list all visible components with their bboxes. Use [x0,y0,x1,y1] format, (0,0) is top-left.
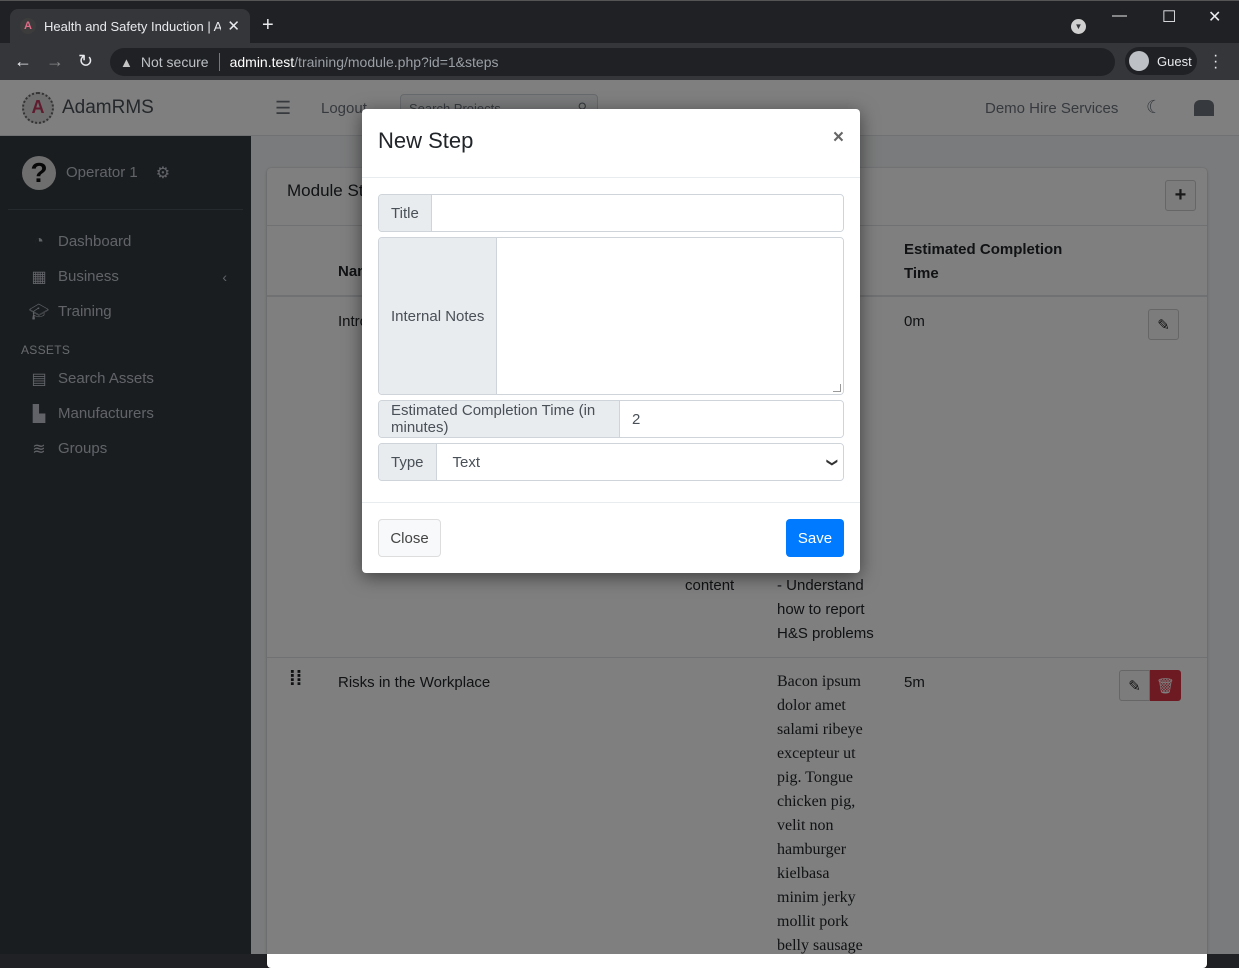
estimated-time-input[interactable] [620,401,843,437]
browser-chrome: A Health and Safety Induction | AdamRMS … [0,0,1239,81]
modal-body: Title Internal Notes Estimated Completio… [362,178,860,502]
navigation-bar: ← → ↻ ▲ Not secure admin.test /training/… [0,43,1239,81]
title-input-group: Title [378,194,844,232]
new-step-modal: New Step × Title Internal Notes Estimate… [362,109,860,573]
maximize-icon[interactable]: ☐ [1162,7,1176,27]
profile-button[interactable]: Guest [1125,47,1197,75]
save-button[interactable]: Save [786,519,844,557]
profile-label: Guest [1157,53,1192,69]
close-tab-icon[interactable]: ✕ [227,17,240,35]
title-input[interactable] [431,195,843,231]
type-select[interactable]: Text ❯ [436,444,843,480]
estimated-time-label: Estimated Completion Time (in minutes) [379,401,620,437]
address-bar[interactable]: ▲ Not secure admin.test /training/module… [110,48,1115,76]
modal-close-icon[interactable]: × [833,127,844,149]
security-label: Not secure [140,54,209,70]
minimize-icon[interactable]: — [1112,7,1127,24]
modal-title: New Step [378,128,474,153]
chevron-down-icon: ❯ [825,457,838,467]
tab-bar: A Health and Safety Induction | AdamRMS … [0,1,1239,43]
notes-input-group: Internal Notes [378,237,844,395]
divider [218,53,220,71]
back-icon[interactable]: ← [14,51,32,72]
reload-icon[interactable]: ↻ [78,51,93,72]
forward-icon[interactable]: → [46,51,64,72]
menu-kebab-icon[interactable]: · · · [1213,48,1218,76]
time-input-group: Estimated Completion Time (in minutes) [378,400,844,438]
tab-search-icon[interactable]: ▼ [1071,19,1086,34]
modal-header: New Step × [362,109,860,178]
resize-handle-icon[interactable] [833,384,841,392]
internal-notes-label: Internal Notes [379,238,498,394]
internal-notes-textarea[interactable] [497,238,843,394]
favicon-icon: A [20,18,36,34]
url-host: admin.test [229,54,295,70]
title-label: Title [379,195,432,231]
modal-footer: Close Save [362,502,860,573]
window-close-icon[interactable]: ✕ [1208,7,1221,27]
type-label: Type [379,444,437,480]
warning-icon: ▲ [120,54,133,70]
browser-tab[interactable]: A Health and Safety Induction | AdamRMS … [10,9,250,43]
close-button[interactable]: Close [378,519,441,557]
type-input-group: Type Text ❯ [378,443,844,481]
profile-avatar-icon [1129,51,1149,71]
url-path: /training/module.php?id=1&steps [294,54,499,70]
new-tab-button[interactable]: + [262,14,274,37]
tab-title: Health and Safety Induction | AdamRMS [44,18,222,34]
type-selected-value: Text [452,453,481,471]
